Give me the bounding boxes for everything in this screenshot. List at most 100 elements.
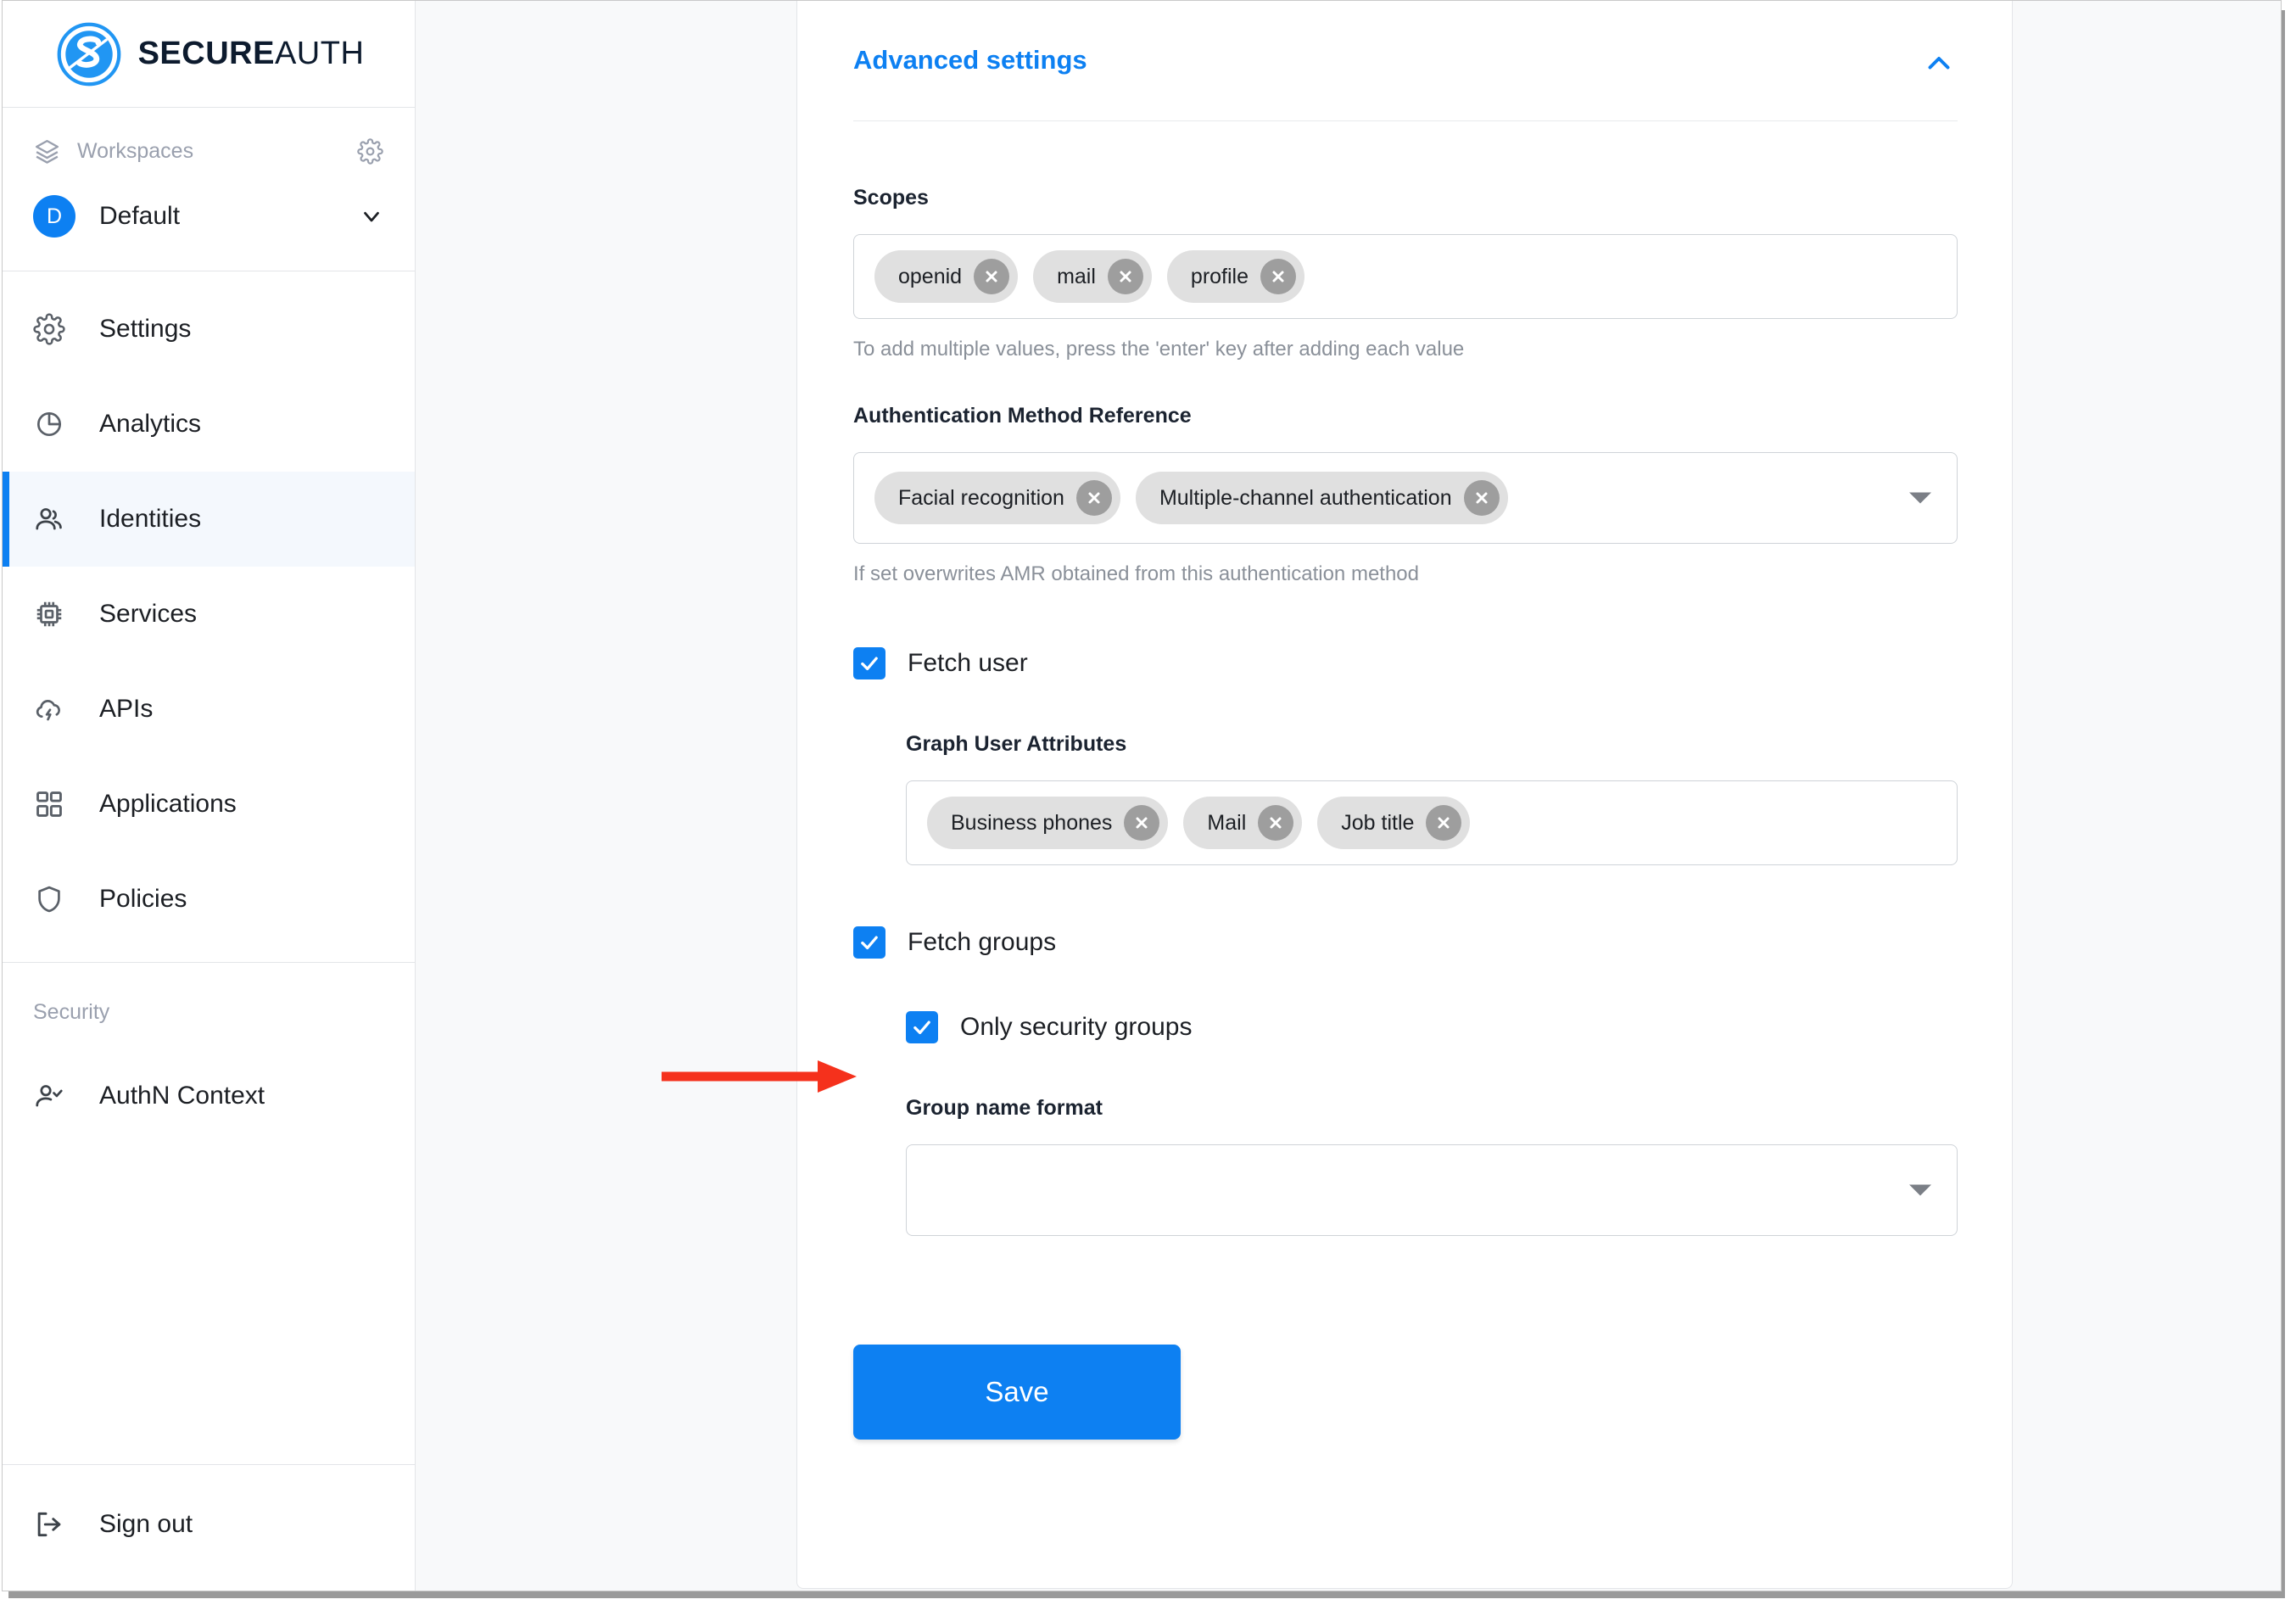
chip-label: Facial recognition [898, 485, 1064, 510]
scopes-input[interactable]: openid mail profile [853, 234, 1958, 319]
chip[interactable]: openid [874, 250, 1019, 303]
app-window: SECUREAUTH Workspaces D Default Settings… [2, 0, 2282, 1591]
workspace-selector[interactable]: D Default [3, 182, 415, 250]
fetch-groups-row[interactable]: Fetch groups [853, 926, 1958, 959]
cloud-bolt-icon [33, 693, 70, 725]
sidebar-item-label: Services [99, 600, 198, 628]
sign-out-button[interactable]: Sign out [3, 1477, 415, 1572]
chip[interactable]: Mail [1183, 797, 1303, 849]
close-icon[interactable] [1426, 805, 1462, 841]
graph-user-attributes-label: Graph User Attributes [906, 732, 1127, 756]
sidebar-item-label: Analytics [99, 410, 202, 438]
brand-name-bold: SECURE [137, 36, 275, 71]
page-canvas: Advanced settings Scopes openid mail pro… [416, 1, 2281, 1591]
only-security-groups-checkbox[interactable] [906, 1011, 938, 1043]
caret-down-icon[interactable] [1909, 1184, 1931, 1196]
chip-label: mail [1057, 264, 1096, 288]
chip[interactable]: Job title [1317, 797, 1471, 849]
workspace-avatar: D [33, 195, 75, 238]
scopes-hint: To add multiple values, press the 'enter… [853, 338, 1465, 361]
close-icon[interactable] [1075, 480, 1112, 516]
sidebar-item-label: Settings [99, 315, 192, 343]
sidebar-item-policies[interactable]: Policies [3, 852, 415, 947]
chip[interactable]: Multiple-channel authentication [1135, 472, 1508, 524]
sidebar: SECUREAUTH Workspaces D Default Settings… [3, 1, 416, 1591]
sidebar-item-label: Policies [99, 885, 187, 913]
chip-label: Mail [1207, 810, 1247, 835]
chip[interactable]: profile [1166, 250, 1305, 303]
sidebar-item-authn-context[interactable]: AuthN Context [3, 1048, 415, 1144]
user-check-icon [33, 1080, 70, 1112]
sidebar-item-label: Identities [99, 505, 202, 533]
gear-icon [33, 313, 70, 345]
security-nav: Security AuthN Context [3, 963, 415, 1464]
close-icon[interactable] [1107, 259, 1143, 294]
amr-hint: If set overwrites AMR obtained from this… [853, 562, 1419, 585]
sidebar-item-services[interactable]: Services [3, 567, 415, 662]
close-icon[interactable] [1260, 259, 1297, 294]
close-icon[interactable] [974, 259, 1010, 294]
group-name-format-label: Group name format [906, 1096, 1103, 1120]
amr-select[interactable]: Facial recognition Multiple-channel auth… [853, 452, 1958, 544]
close-icon[interactable] [1258, 805, 1294, 841]
grid-icon [33, 788, 70, 820]
shield-icon [33, 883, 70, 915]
sidebar-item-label: Applications [99, 790, 237, 818]
secureauth-logo-icon [53, 19, 125, 90]
graph-user-attributes-group: Graph User Attributes Business phones Ma… [906, 732, 1958, 865]
group-name-format-group: Group name format [906, 1096, 1958, 1236]
brand-name-light: AUTH [274, 36, 365, 71]
fetch-user-row[interactable]: Fetch user [853, 647, 1958, 679]
chip[interactable]: Facial recognition [874, 472, 1120, 524]
primary-nav: Settings Analytics Identities Services A… [3, 271, 415, 963]
chip[interactable]: Business phones [927, 797, 1169, 849]
brand-wordmark: SECUREAUTH [138, 36, 365, 72]
close-icon[interactable] [1124, 805, 1160, 841]
chevron-down-icon[interactable] [357, 204, 386, 229]
save-button[interactable]: Save [853, 1345, 1181, 1440]
pie-chart-icon [33, 408, 70, 440]
chip-icon [33, 598, 70, 630]
sidebar-item-identities[interactable]: Identities [3, 472, 415, 567]
chip-label: Business phones [951, 810, 1113, 835]
card-header: Advanced settings [797, 1, 2012, 83]
fetch-user-checkbox[interactable] [853, 647, 885, 679]
advanced-settings-card: Advanced settings Scopes openid mail pro… [796, 1, 2013, 1589]
workspaces-label: Workspaces [77, 138, 194, 163]
security-section-label: Security [33, 1000, 110, 1024]
group-name-format-select[interactable] [906, 1144, 1958, 1236]
sidebar-item-settings[interactable]: Settings [3, 282, 415, 377]
workspaces-row[interactable]: Workspaces [3, 120, 415, 182]
users-icon [33, 503, 70, 535]
only-security-groups-row[interactable]: Only security groups [906, 1011, 1958, 1043]
chip-label: Job title [1341, 810, 1415, 835]
gear-icon[interactable] [354, 137, 386, 165]
chevron-up-icon[interactable] [1924, 45, 1958, 83]
amr-label: Authentication Method Reference [853, 404, 1192, 428]
fetch-groups-checkbox[interactable] [853, 926, 885, 959]
close-icon[interactable] [1463, 480, 1500, 516]
workspace-name: Default [99, 202, 181, 230]
logout-icon [33, 1508, 70, 1541]
card-body: Scopes openid mail profile To add multip… [797, 186, 2012, 1490]
page-title: Advanced settings [853, 45, 1087, 75]
signout-section: Sign out [3, 1464, 415, 1591]
sidebar-item-label: AuthN Context [99, 1082, 265, 1110]
sidebar-item-analytics[interactable]: Analytics [3, 377, 415, 472]
sidebar-item-apis[interactable]: APIs [3, 662, 415, 757]
fetch-user-label: Fetch user [908, 649, 1028, 677]
sidebar-item-label: APIs [99, 695, 154, 723]
chip-label: profile [1190, 264, 1249, 288]
actions-row: Save [853, 1345, 1958, 1490]
caret-down-icon[interactable] [1909, 492, 1931, 504]
header-divider [853, 120, 1958, 121]
fetch-groups-label: Fetch groups [908, 928, 1057, 956]
brand-logo-area: SECUREAUTH [3, 1, 415, 108]
layers-icon [33, 137, 65, 165]
scopes-label: Scopes [853, 186, 929, 210]
graph-user-attributes-input[interactable]: Business phones Mail Job title [906, 780, 1958, 865]
chip[interactable]: mail [1033, 250, 1152, 303]
sign-out-label: Sign out [99, 1510, 193, 1538]
workspace-section: Workspaces D Default [3, 108, 415, 271]
sidebar-item-applications[interactable]: Applications [3, 757, 415, 852]
